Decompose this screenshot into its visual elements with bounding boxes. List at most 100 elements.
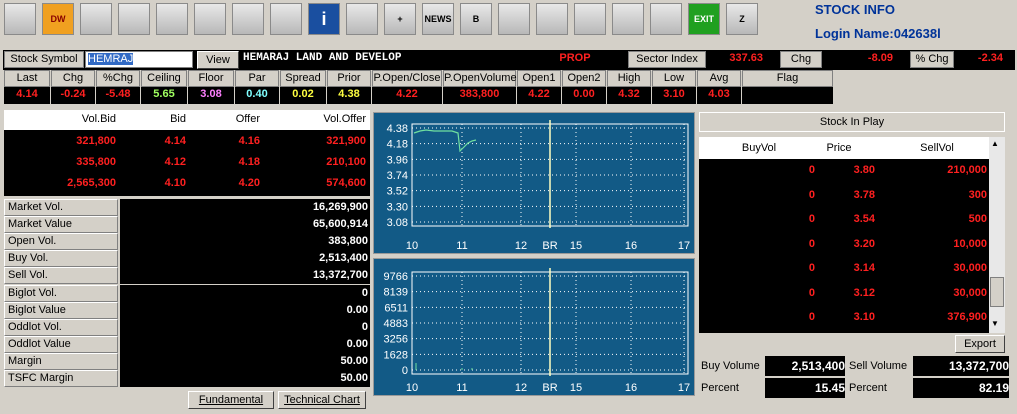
sector-pchg-value: -2.34 bbox=[955, 51, 1013, 68]
buy-percent-value: 15.45 bbox=[765, 378, 845, 398]
scrollbar[interactable]: ▲ ▼ bbox=[989, 137, 1005, 333]
tools-icon[interactable] bbox=[650, 3, 682, 35]
in-play-cell: 10,000 bbox=[953, 237, 987, 250]
view-button[interactable]: View bbox=[197, 51, 239, 69]
bid-offer-cell: 574,600 bbox=[326, 177, 366, 189]
bid-offer-cell: 4.18 bbox=[238, 156, 260, 168]
scroll-thumb[interactable] bbox=[990, 277, 1004, 307]
sell-volume-value: 13,372,700 bbox=[913, 356, 1009, 376]
stat-value: 0.00 bbox=[120, 335, 370, 353]
quote-header-11: Open2 bbox=[562, 70, 606, 87]
quote-header-4: Floor bbox=[188, 70, 234, 87]
stat-row: Market Vol. 16,269,900 bbox=[4, 199, 370, 216]
arrows-icon[interactable] bbox=[118, 3, 150, 35]
scroll-down-icon[interactable]: ▼ bbox=[991, 319, 999, 328]
table-row: 335,800 4.12 4.18 210,100 bbox=[4, 153, 370, 173]
in-play-cell: 0 bbox=[808, 286, 815, 299]
z-icon[interactable]: Z bbox=[726, 3, 758, 35]
quote-value-13: 3.10 bbox=[652, 87, 696, 104]
x-tick-label: 10 bbox=[406, 240, 418, 252]
y-tick-label: 3.96 bbox=[387, 154, 408, 166]
table-row: 2,565,300 4.10 4.20 574,600 bbox=[4, 174, 370, 194]
quote-header-14: Avg bbox=[697, 70, 741, 87]
y-tick-label: 4.38 bbox=[387, 123, 408, 135]
stock-symbol-input[interactable]: HEMRAJ bbox=[85, 51, 193, 68]
y-tick-label: 3.08 bbox=[387, 217, 408, 229]
in-play-cell: 3.54 bbox=[853, 213, 875, 225]
stat-row: TSFC Margin 50.00 bbox=[4, 370, 370, 387]
fundamental-button[interactable]: Fundamental bbox=[188, 391, 274, 409]
search-icon[interactable] bbox=[498, 3, 530, 35]
quote-value-14: 4.03 bbox=[697, 87, 741, 104]
stock-in-play-title: Stock In Play bbox=[699, 112, 1005, 132]
in-play-cell: 376,900 bbox=[947, 311, 987, 323]
y-tick-label: 4.18 bbox=[387, 139, 408, 151]
bid-offer-cell: 4.20 bbox=[238, 177, 260, 189]
in-play-cell: 3.12 bbox=[853, 286, 875, 299]
clock-icon[interactable] bbox=[80, 3, 112, 35]
in-play-cell: 3.78 bbox=[853, 188, 875, 201]
exit-icon[interactable]: EXIT bbox=[688, 3, 720, 35]
book-icon[interactable]: B bbox=[460, 3, 492, 35]
buy-volume-label: Buy Volume bbox=[699, 356, 763, 376]
bar-chart-icon[interactable] bbox=[270, 3, 302, 35]
list-item: 0 3.78 300 bbox=[699, 186, 989, 206]
add-icon[interactable]: + bbox=[384, 3, 416, 35]
quote-header-6: Spread bbox=[280, 70, 326, 87]
in-play-header: BuyVol bbox=[741, 142, 777, 154]
bid-offer-cell: 210,100 bbox=[326, 156, 366, 168]
ticker-icon[interactable] bbox=[156, 3, 188, 35]
in-play-cell: 500 bbox=[968, 213, 987, 225]
notes-icon[interactable] bbox=[536, 3, 568, 35]
buy-volume-value: 2,513,400 bbox=[765, 356, 845, 376]
bid-offer-cell: 4.12 bbox=[164, 156, 186, 168]
quote-value-4: 3.08 bbox=[188, 87, 234, 104]
login-name: Login Name:042638l bbox=[815, 26, 941, 41]
quote-value-10: 4.22 bbox=[517, 87, 561, 104]
stat-row: Biglot Value 0.00 bbox=[4, 301, 370, 319]
home-icon[interactable] bbox=[4, 3, 36, 35]
in-play-cell: 0 bbox=[808, 311, 815, 323]
download-icon[interactable] bbox=[346, 3, 378, 35]
export-button[interactable]: Export bbox=[955, 335, 1005, 353]
quote-value-0: 4.14 bbox=[4, 87, 50, 104]
scroll-up-icon[interactable]: ▲ bbox=[991, 139, 999, 148]
dw-icon[interactable]: DW bbox=[42, 3, 74, 35]
quote-header-2: %Chg bbox=[96, 70, 140, 87]
sell-percent-value: 82.19 bbox=[913, 378, 1009, 398]
sector-type: PROP bbox=[525, 51, 625, 68]
y-tick-label: 4883 bbox=[384, 318, 408, 330]
in-play-cell: 3.20 bbox=[853, 237, 875, 250]
y-tick-label: 3256 bbox=[384, 334, 408, 346]
technical-chart-button[interactable]: Technical Chart bbox=[278, 391, 366, 409]
quote-header-5: Par bbox=[235, 70, 279, 87]
stat-value: 65,600,914 bbox=[120, 216, 370, 234]
x-tick-label: 16 bbox=[625, 382, 637, 394]
in-play-cell: 30,000 bbox=[953, 262, 987, 274]
quote-header-8: P.Open/Close bbox=[372, 70, 442, 87]
volume-chart: 9766 8139 6511 4883 3256 1628 0 10 11 12 BR 15 16 17 bbox=[373, 258, 695, 396]
y-tick-label: 1628 bbox=[384, 349, 408, 361]
list-item: 0 3.12 30,000 bbox=[699, 284, 989, 304]
bid-offer-cell: 335,800 bbox=[76, 156, 116, 168]
chart-icon[interactable] bbox=[194, 3, 226, 35]
x-tick-label: 12 bbox=[515, 382, 527, 394]
app-title: STOCK INFO bbox=[815, 2, 895, 17]
stat-label: Market Value bbox=[4, 216, 118, 234]
price-line bbox=[413, 129, 477, 153]
stat-value: 50.00 bbox=[120, 370, 370, 387]
info-icon[interactable]: i bbox=[308, 3, 340, 35]
sell-percent-label: Percent bbox=[847, 378, 911, 398]
sell-volume-label: Sell Volume bbox=[847, 356, 911, 376]
quote-header-10: Open1 bbox=[517, 70, 561, 87]
price-chart: 4.38 4.18 3.96 3.74 3.52 3.30 3.08 10 11 12 BR 15 16… bbox=[373, 112, 695, 254]
alarm-icon[interactable] bbox=[612, 3, 644, 35]
bid-offer-header: Vol.Offer bbox=[323, 113, 366, 125]
table-row: 321,800 4.14 4.16 321,900 bbox=[4, 132, 370, 152]
quote-value-3: 5.65 bbox=[141, 87, 187, 104]
sector-index-label: Sector Index bbox=[628, 51, 706, 68]
edit-icon[interactable] bbox=[574, 3, 606, 35]
list-item: 0 3.80 210,000 bbox=[699, 161, 989, 181]
news-icon[interactable]: NEWS bbox=[422, 3, 454, 35]
line-chart-icon[interactable] bbox=[232, 3, 264, 35]
